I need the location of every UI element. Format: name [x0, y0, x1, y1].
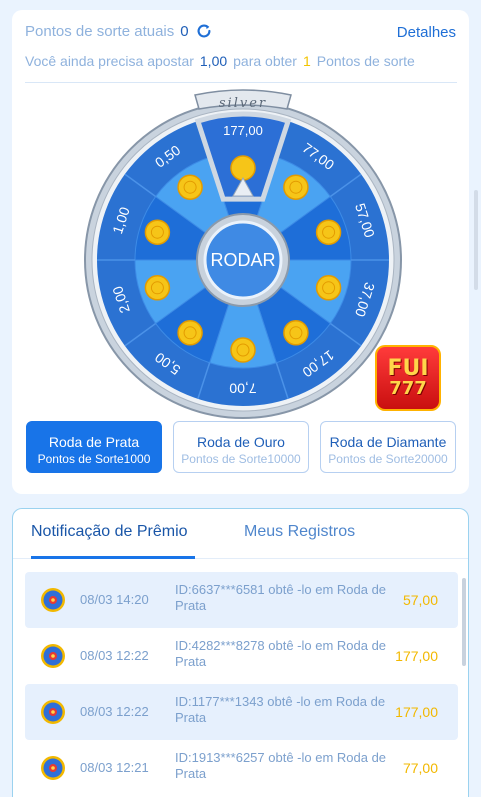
record-date: 08/03 12:22: [80, 648, 149, 663]
tab-gold-title: Roda de Ouro: [197, 434, 285, 450]
wheel-badge-icon: [41, 700, 65, 724]
record-description: ID:6637***6581 obtê -lo em Roda de Prata: [175, 582, 387, 613]
record-description: ID:4282***8278 obtê -lo em Roda de Prata: [175, 638, 387, 669]
need-suffix: Pontos de sorte: [316, 53, 415, 69]
wheel-badge-icon: [41, 756, 65, 780]
tab-gold-wheel[interactable]: Roda de Ouro Pontos de Sorte10000: [173, 421, 309, 473]
wheel-graphic: 177,0077,0057,0037,0017,007,005,002,001,…: [84, 89, 402, 419]
lucky-points-value: 0: [180, 22, 189, 40]
need-prefix: Você ainda precisa apostar: [25, 53, 194, 69]
list-item: 08/03 12:21 ID:1913***6257 obtê -lo em R…: [25, 740, 458, 796]
tab-diamond-title: Roda de Diamante: [329, 434, 447, 450]
tab-silver-subtitle: Pontos de Sorte1000: [37, 452, 151, 466]
records-card: Notificação de Prêmio Meus Registros 08/…: [12, 508, 469, 797]
record-amount: 77,00: [402, 760, 438, 776]
record-description: ID:1177***1343 obtê -lo em Roda de Prata: [175, 694, 386, 725]
tab-silver-title: Roda de Prata: [48, 434, 140, 450]
coin-icon: [315, 275, 342, 301]
list-item: 08/03 12:22 ID:4282***8278 obtê -lo em R…: [25, 628, 458, 684]
coin-icon: [144, 275, 171, 301]
prize-wheel: 177,0077,0057,0037,0017,007,005,002,001,…: [84, 87, 402, 419]
logo-text-bottom: 777: [389, 378, 427, 399]
coin-icon: [177, 320, 203, 346]
need-points: 1: [302, 53, 311, 69]
logo-text-top: FUI: [387, 356, 429, 381]
silver-badge-text: silver: [219, 96, 267, 111]
tab-diamond-wheel[interactable]: Roda de Diamante Pontos de Sorte20000: [320, 421, 456, 473]
spin-button-label[interactable]: RODAR: [210, 250, 275, 270]
list-item: 08/03 14:20 ID:6637***6581 obtê -lo em R…: [25, 572, 458, 628]
coin-icon: [230, 337, 256, 363]
record-amount: 177,00: [395, 704, 438, 720]
tab-silver-wheel[interactable]: Roda de Prata Pontos de Sorte1000: [26, 421, 162, 473]
record-date: 08/03 12:21: [80, 760, 149, 775]
tab-my-records[interactable]: Meus Registros: [244, 523, 355, 541]
bet-requirement-text: Você ainda precisa apostar 1,00 para obter…: [25, 53, 415, 69]
record-date: 08/03 14:20: [80, 592, 149, 607]
wheel-segment-value: 7,00: [229, 380, 256, 396]
coin-icon: [315, 219, 342, 245]
lucky-points-row: Pontos de sorte atuais 0: [25, 22, 213, 40]
details-link[interactable]: Detalhes: [397, 24, 456, 41]
divider: [25, 82, 457, 83]
record-date: 08/03 12:22: [80, 704, 149, 719]
tab-diamond-subtitle: Pontos de Sorte20000: [328, 452, 448, 466]
tab-gold-subtitle: Pontos de Sorte10000: [181, 452, 301, 466]
lucky-points-label: Pontos de sorte atuais: [25, 22, 175, 40]
need-middle: para obter: [233, 53, 297, 69]
list-item: 08/03 12:22 ID:1177***1343 obtê -lo em R…: [25, 684, 458, 740]
fui777-logo: FUI 777: [375, 345, 441, 411]
page-scrollbar[interactable]: [474, 190, 478, 290]
coin-icon: [283, 320, 309, 346]
coin-icon: [144, 219, 171, 245]
records-tabs: Notificação de Prêmio Meus Registros: [13, 509, 468, 559]
refresh-icon[interactable]: [195, 22, 213, 40]
record-description: ID:1913***6257 obtê -lo em Roda de Prata: [175, 750, 387, 781]
record-amount: 57,00: [402, 592, 438, 608]
active-tab-indicator: [31, 556, 195, 559]
wheel-badge-icon: [41, 644, 65, 668]
record-amount: 177,00: [395, 648, 438, 664]
wheel-badge-icon: [41, 588, 65, 612]
tab-prize-notifications[interactable]: Notificação de Prêmio: [31, 523, 188, 541]
list-scrollbar[interactable]: [462, 578, 466, 666]
coin-icon: [177, 174, 203, 200]
coin-icon: [230, 155, 256, 181]
pointer-value: 177,00: [223, 123, 263, 138]
need-amount: 1,00: [199, 53, 228, 69]
coin-icon: [283, 174, 309, 200]
